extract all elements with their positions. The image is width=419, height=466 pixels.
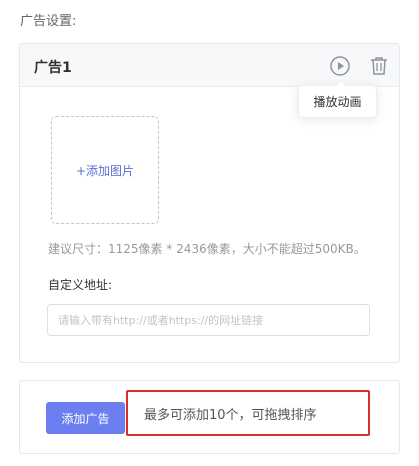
ad-card: 广告1 播放动画 +添加图片 建议尺寸：1125像素 * 2436像素，大小不能…	[19, 43, 400, 363]
add-ad-button[interactable]: 添加广告	[46, 402, 125, 434]
add-image-label: +添加图片	[75, 163, 135, 178]
size-hint: 建议尺寸：1125像素 * 2436像素，大小不能超过500KB。	[48, 242, 366, 256]
ad-title: 广告1	[34, 60, 72, 76]
custom-url-input[interactable]	[47, 304, 370, 336]
custom-url-label: 自定义地址:	[48, 278, 113, 292]
play-animation-tooltip: 播放动画	[298, 80, 377, 118]
add-image-upload[interactable]: +添加图片	[51, 116, 159, 224]
highlight-box: 最多可添加10个，可拖拽排序	[126, 390, 370, 436]
add-ad-panel: 添加广告 最多可添加10个，可拖拽排序	[19, 380, 400, 454]
trash-icon[interactable]	[369, 55, 389, 77]
max-ads-hint: 最多可添加10个，可拖拽排序	[144, 408, 317, 423]
section-label: 广告设置:	[20, 14, 77, 29]
play-circle-icon[interactable]	[329, 55, 351, 77]
